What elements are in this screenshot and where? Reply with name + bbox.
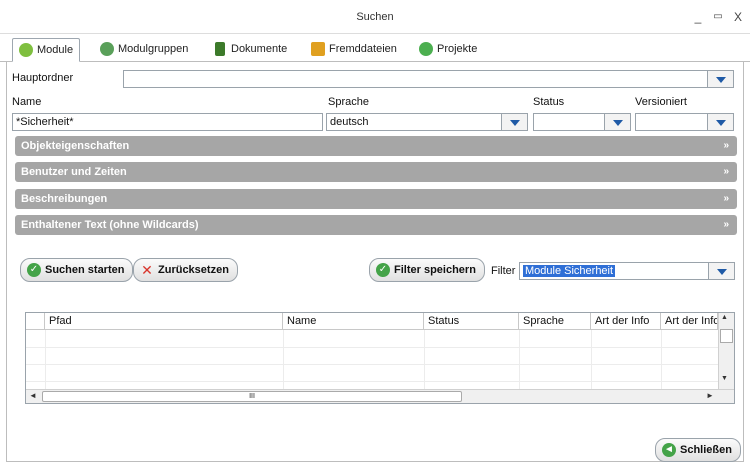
section-label: Benutzer und Zeiten — [21, 166, 127, 178]
results-table[interactable]: Pfad Name Status Sprache Art der Info Ar… — [25, 312, 735, 404]
section-label: Beschreibungen — [21, 193, 108, 205]
section-label: Enthaltener Text (ohne Wildcards) — [21, 219, 199, 231]
sprache-select[interactable]: deutsch — [326, 113, 502, 131]
filter-dropdown-button[interactable] — [709, 262, 735, 280]
versioniert-select[interactable] — [635, 113, 708, 131]
reset-button[interactable]: ✕ Zurücksetzen — [133, 258, 238, 282]
status-select[interactable] — [533, 113, 605, 131]
versioniert-dropdown-button[interactable] — [708, 113, 734, 131]
filter-select[interactable]: Module Sicherheit — [519, 262, 709, 280]
checkmark-icon: ✓ — [376, 263, 390, 277]
tab-label: Module — [37, 44, 74, 56]
checkmark-icon: ✓ — [27, 263, 41, 277]
hauptordner-dropdown-button[interactable] — [708, 70, 734, 88]
hauptordner-label: Hauptordner — [12, 72, 74, 84]
modulgruppen-icon — [100, 42, 114, 56]
tab-bar: Module Modulgruppen Dokumente Fremddatei… — [0, 34, 750, 62]
table-header: Pfad Name Status Sprache Art der Info Ar… — [26, 313, 734, 330]
row-header-corner — [26, 313, 45, 330]
scroll-up-icon[interactable]: ▲ — [721, 314, 728, 321]
section-beschreibungen[interactable]: Beschreibungen » — [15, 189, 737, 209]
name-input[interactable]: *Sicherheit* — [12, 113, 323, 131]
tab-module[interactable]: Module — [12, 38, 81, 62]
chevron-down-icon: » — [723, 193, 729, 204]
search-start-label: Suchen starten — [45, 264, 125, 276]
section-enthaltener-text[interactable]: Enthaltener Text (ohne Wildcards) » — [15, 215, 737, 235]
tab-projekte[interactable]: Projekte — [413, 38, 477, 62]
horizontal-scroll-thumb[interactable]: III — [42, 391, 462, 402]
column-header-name[interactable]: Name — [283, 313, 424, 330]
search-start-button[interactable]: ✓ Suchen starten — [20, 258, 134, 282]
maximize-button[interactable]: ▭ — [710, 9, 726, 25]
tab-modulgruppen[interactable]: Modulgruppen — [94, 38, 188, 62]
status-label: Status — [533, 96, 565, 108]
reset-label: Zurücksetzen — [158, 264, 229, 276]
column-header-art-der-info-2[interactable]: Art der Info — [661, 313, 718, 330]
vertical-scroll-thumb[interactable] — [720, 329, 733, 343]
column-header-sprache[interactable]: Sprache — [519, 313, 591, 330]
section-objekteigenschaften[interactable]: Objekteigenschaften » — [15, 136, 737, 156]
tab-fremddateien[interactable]: Fremddateien — [305, 38, 397, 62]
tab-label: Fremddateien — [329, 43, 397, 55]
scroll-left-icon[interactable]: ◄ — [29, 391, 37, 400]
column-header-pfad[interactable]: Pfad — [45, 313, 283, 330]
close-button[interactable]: X — [730, 9, 746, 25]
tab-label: Projekte — [437, 43, 478, 55]
module-icon — [19, 43, 33, 57]
versioniert-label: Versioniert — [635, 96, 687, 108]
dokumente-icon — [215, 42, 225, 56]
filter-selected-value: Module Sicherheit — [523, 265, 616, 277]
projekte-icon — [419, 42, 433, 56]
close-dialog-label: Schließen — [680, 444, 732, 456]
arrow-left-icon: ◄ — [662, 443, 676, 457]
section-benutzer-und-zeiten[interactable]: Benutzer und Zeiten » — [15, 162, 737, 182]
save-filter-label: Filter speichern — [394, 264, 476, 276]
close-dialog-button[interactable]: ◄ Schließen — [655, 438, 741, 462]
sprache-label: Sprache — [328, 96, 369, 108]
cross-icon: ✕ — [141, 262, 153, 278]
table-row[interactable] — [26, 364, 718, 365]
tab-label: Modulgruppen — [118, 43, 189, 55]
column-header-art-der-info[interactable]: Art der Info — [591, 313, 661, 330]
tab-label: Dokumente — [231, 43, 288, 55]
window-title: Suchen — [356, 11, 394, 23]
name-label: Name — [12, 96, 42, 108]
minimize-button[interactable]: _ — [690, 9, 706, 25]
chevron-down-icon: » — [723, 219, 729, 230]
save-filter-button[interactable]: ✓ Filter speichern — [369, 258, 485, 282]
scroll-grip: III — [249, 393, 255, 400]
table-row[interactable] — [26, 381, 718, 382]
section-label: Objekteigenschaften — [21, 140, 130, 152]
table-row[interactable] — [26, 347, 718, 348]
sprache-dropdown-button[interactable] — [502, 113, 528, 131]
vertical-scrollbar[interactable]: ▲ ▼ — [718, 313, 734, 389]
fremddateien-icon — [311, 42, 325, 56]
status-dropdown-button[interactable] — [605, 113, 631, 131]
filter-label: Filter — [491, 265, 516, 277]
hauptordner-field[interactable] — [123, 70, 708, 88]
chevron-down-icon: » — [723, 166, 729, 177]
scroll-down-icon[interactable]: ▼ — [721, 375, 728, 382]
column-header-status[interactable]: Status — [424, 313, 519, 330]
scroll-right-icon[interactable]: ► — [706, 391, 714, 400]
tab-dokumente[interactable]: Dokumente — [207, 38, 287, 62]
horizontal-scrollbar[interactable]: ◄ III ► — [26, 389, 734, 403]
chevron-down-icon: » — [723, 140, 729, 151]
title-bar: Suchen _ ▭ X — [0, 0, 750, 34]
